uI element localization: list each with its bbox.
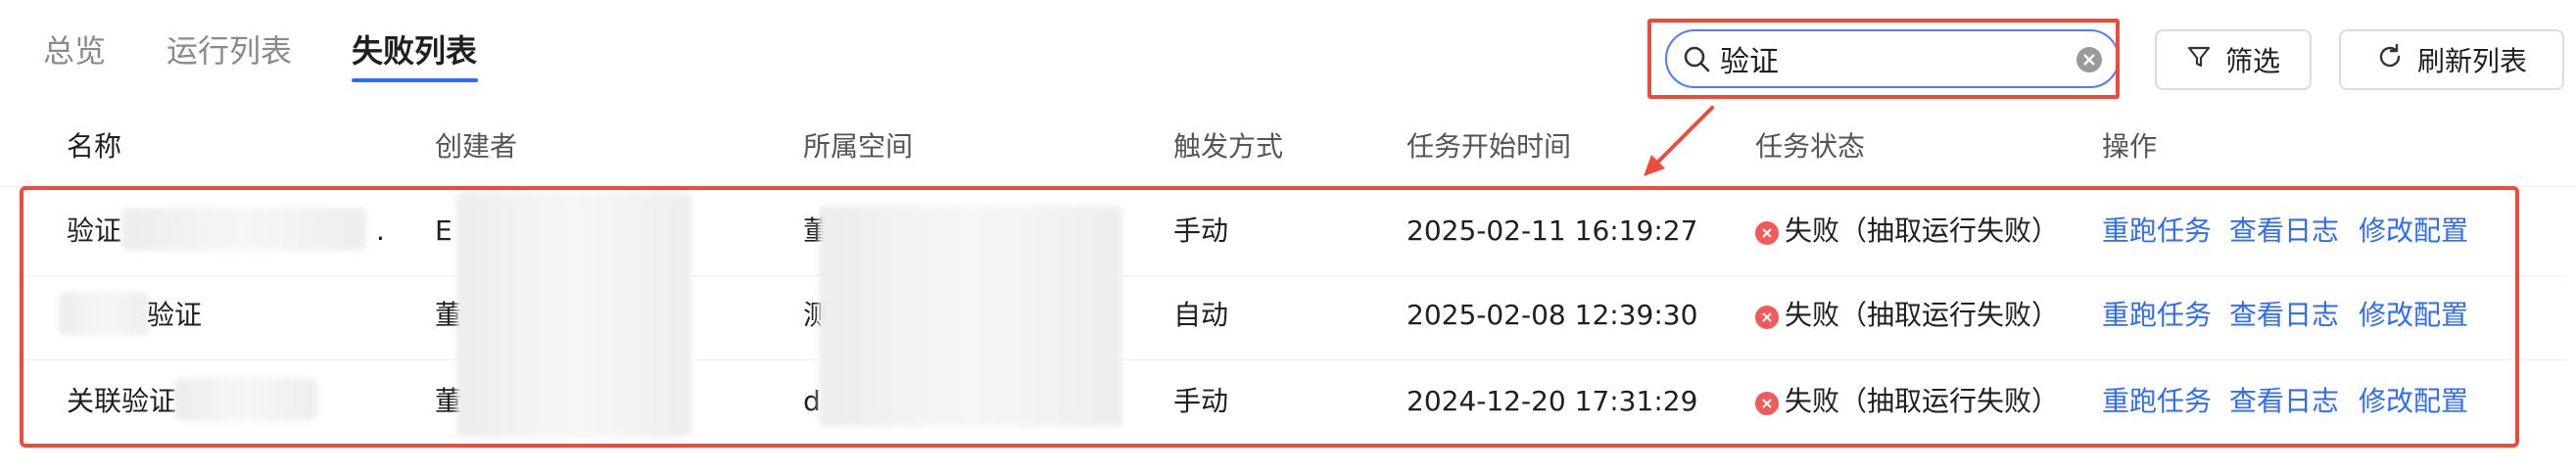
active-tab-indicator — [352, 78, 478, 82]
refresh-label: 刷新列表 — [2416, 45, 2527, 77]
search-highlight-box — [1647, 19, 2120, 99]
refresh-icon — [2376, 43, 2404, 77]
column-header-creator: 创建者 — [435, 130, 518, 163]
results-highlight-box — [20, 186, 2519, 448]
filter-button[interactable]: 筛选 — [2155, 29, 2312, 90]
table-header — [0, 108, 2576, 187]
column-header-actions: 操作 — [2102, 130, 2158, 163]
tab-failure-list[interactable]: 失败列表 — [352, 25, 477, 76]
column-header-trigger: 触发方式 — [1173, 130, 1284, 163]
refresh-list-button[interactable]: 刷新列表 — [2339, 29, 2564, 90]
filter-label: 筛选 — [2224, 45, 2280, 77]
tab-overview[interactable]: 总览 — [43, 25, 106, 76]
filter-icon — [2186, 44, 2212, 76]
annotation-arrow — [1644, 106, 1714, 176]
column-header-start-time: 任务开始时间 — [1407, 130, 1572, 163]
column-header-space: 所属空间 — [803, 130, 914, 163]
column-header-status: 任务状态 — [1755, 130, 1866, 163]
column-header-name: 名称 — [67, 130, 122, 163]
tab-run-list[interactable]: 运行列表 — [167, 25, 292, 76]
